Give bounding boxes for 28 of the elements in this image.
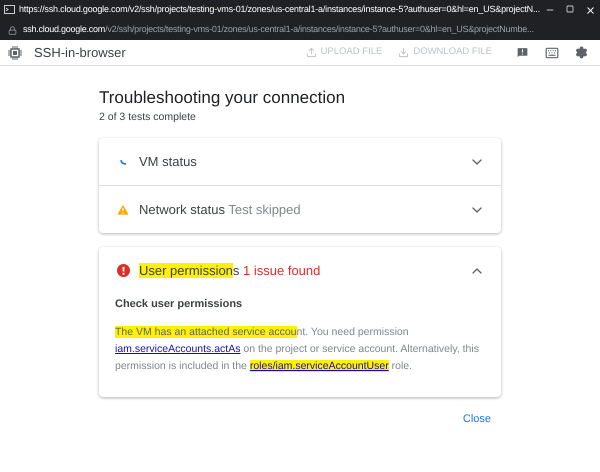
warning-icon	[116, 202, 130, 216]
detail-paragraph: The VM has an attached service account. You need permission iam.serviceAccounts.actAs on the project or service account. Alternatively, this permission is included in the roles/iam.serviceAccountUser role.	[115, 324, 480, 374]
test-header[interactable]: VM status	[99, 138, 501, 185]
url-host: ssh.cloud.google.com	[23, 23, 106, 36]
maximize-icon[interactable]	[566, 4, 574, 12]
lock-icon	[8, 26, 17, 34]
spinner-icon	[120, 158, 126, 164]
chip-icon	[8, 46, 22, 60]
close-link-button[interactable]: Close	[462, 410, 491, 427]
detail-title: Check user permissions	[115, 297, 244, 312]
keyboard-icon[interactable]	[545, 46, 559, 60]
permission-link[interactable]: roles/iam.serviceAccountUser	[250, 360, 389, 372]
test-header[interactable]: User permissions 1 issue found	[99, 247, 501, 294]
feedback-icon[interactable]	[516, 46, 529, 59]
error-icon	[116, 264, 130, 277]
upload-icon	[306, 47, 317, 58]
url-path: /v2/ssh/projects/testing-vms-01/zones/us-central1-a/instances/instance-5?authuser=0&hl=en_US&projectNumbe...	[105, 23, 534, 36]
progress-text: 2 of 3 tests complete	[99, 110, 197, 126]
download-icon	[398, 47, 410, 58]
dialog-heading: Troubleshooting your connection	[99, 87, 346, 108]
address-bar[interactable]: ssh.cloud.google.com/v2/ssh/projects/testing-vms-01/zones/us-central1-a/instances/instance-5?authuser=0&hl=en_US&projectNumbe...	[0, 20, 600, 40]
app-title: SSH-in-browser	[34, 44, 126, 62]
permission-link[interactable]: iam.serviceAccounts.actAs	[115, 342, 240, 354]
settings-icon[interactable]	[575, 46, 588, 59]
window-title: https://ssh.cloud.google.com/v2/ssh/projects/testing-vms-01/zones/us-central1-a/instances/instance-5?authuser=0&hl=en_US&projectN...	[19, 3, 540, 16]
test-header[interactable]: Network status Test skipped	[99, 186, 501, 233]
close-icon[interactable]	[584, 4, 596, 16]
terminal-icon	[4, 4, 15, 16]
